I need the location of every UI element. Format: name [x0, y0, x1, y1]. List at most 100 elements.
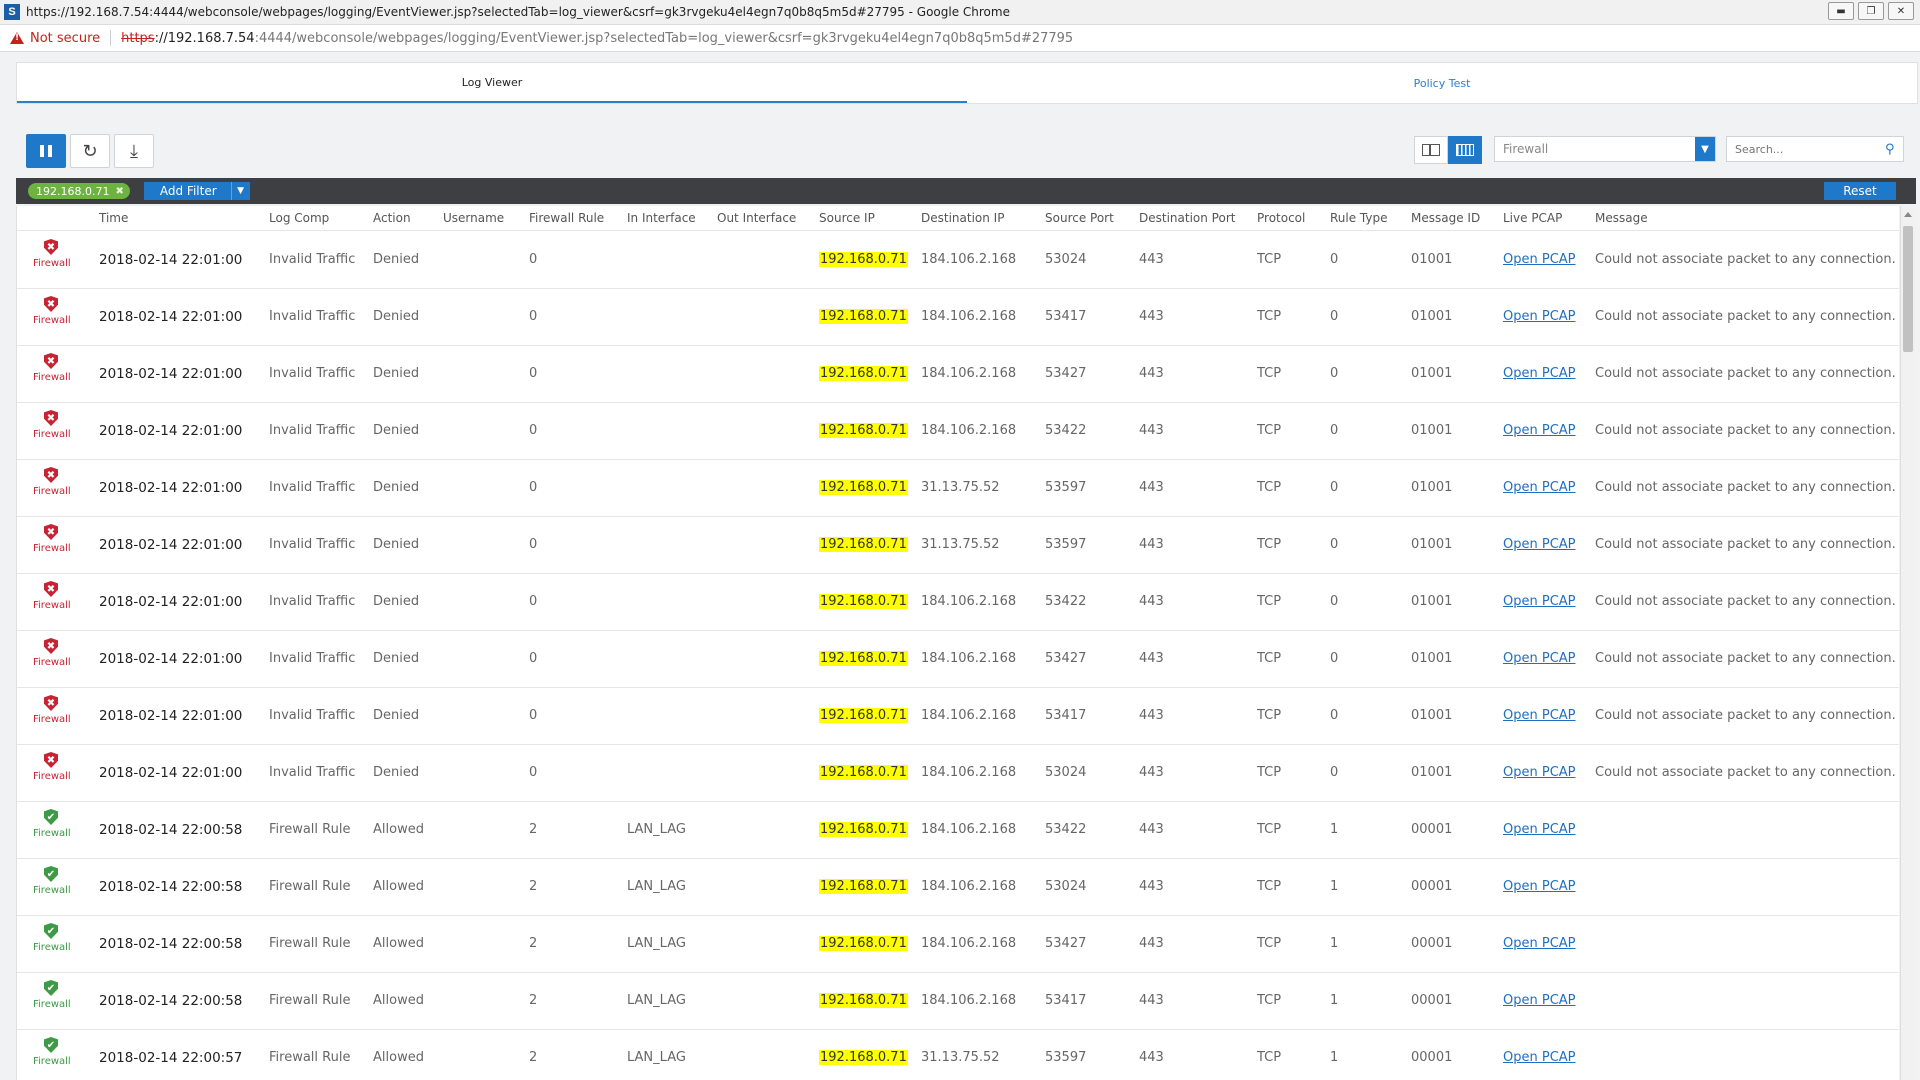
- log-comp-badge: ✖ Firewall: [33, 410, 71, 440]
- col-time[interactable]: Time: [99, 211, 128, 225]
- cell-live-pcap[interactable]: Open PCAP: [1503, 309, 1576, 324]
- chevron-down-icon[interactable]: ▼: [1695, 137, 1715, 161]
- filter-chip[interactable]: 192.168.0.71 ✖: [28, 183, 130, 199]
- download-button[interactable]: ⤓: [114, 134, 154, 168]
- cell-firewall-rule: 0: [529, 765, 538, 780]
- pause-button[interactable]: [26, 134, 66, 168]
- search-box[interactable]: ⚲: [1726, 136, 1904, 162]
- col-in-interface[interactable]: In Interface: [627, 211, 696, 225]
- col-message-id[interactable]: Message ID: [1411, 211, 1480, 225]
- col-message[interactable]: Message: [1595, 211, 1648, 225]
- tab-policy-test[interactable]: Policy Test: [967, 63, 1917, 103]
- col-destination-ip[interactable]: Destination IP: [921, 211, 1004, 225]
- table-row[interactable]: ✖ Firewall 2018-02-14 22:01:00 Invalid Traf…: [17, 459, 1899, 517]
- table-row[interactable]: ✔ Firewall 2018-02-14 22:00:58 Firewall Rul…: [17, 801, 1899, 859]
- col-rule-type[interactable]: Rule Type: [1330, 211, 1388, 225]
- cell-live-pcap[interactable]: Open PCAP: [1503, 936, 1576, 951]
- table-row[interactable]: ✖ Firewall 2018-02-14 22:01:00 Invalid Traf…: [17, 402, 1899, 460]
- cell-message-id: 01001: [1411, 423, 1453, 438]
- add-filter-button[interactable]: Add Filter ▼: [143, 182, 250, 200]
- table-row[interactable]: ✔ Firewall 2018-02-14 22:00:57 Firewall Rul…: [17, 1029, 1899, 1080]
- col-username[interactable]: Username: [443, 211, 504, 225]
- cell-protocol: TCP: [1257, 480, 1282, 495]
- log-comp-badge: ✔ Firewall: [33, 1037, 71, 1067]
- cell-live-pcap[interactable]: Open PCAP: [1503, 993, 1576, 1008]
- cell-live-pcap[interactable]: Open PCAP: [1503, 708, 1576, 723]
- cell-live-pcap[interactable]: Open PCAP: [1503, 537, 1576, 552]
- col-source-port[interactable]: Source Port: [1045, 211, 1114, 225]
- cell-action: Allowed: [373, 936, 424, 951]
- highlighted-ip: 192.168.0.71: [819, 366, 908, 381]
- search-input[interactable]: [1727, 141, 1885, 157]
- cell-message-id: 01001: [1411, 537, 1453, 552]
- col-source-ip[interactable]: Source IP: [819, 211, 875, 225]
- scrollbar-thumb[interactable]: [1903, 226, 1913, 352]
- cell-live-pcap[interactable]: Open PCAP: [1503, 480, 1576, 495]
- cell-live-pcap[interactable]: Open PCAP: [1503, 651, 1576, 666]
- vertical-scrollbar[interactable]: [1900, 206, 1915, 1080]
- table-row[interactable]: ✖ Firewall 2018-02-14 22:01:00 Invalid Traf…: [17, 573, 1899, 631]
- cell-live-pcap[interactable]: Open PCAP: [1503, 423, 1576, 438]
- chevron-down-icon[interactable]: ▼: [230, 182, 250, 200]
- component-label: Firewall: [33, 999, 71, 1010]
- cell-rule-type: 0: [1330, 480, 1339, 495]
- table-row[interactable]: ✖ Firewall 2018-02-14 22:01:00 Invalid Traf…: [17, 345, 1899, 403]
- col-destination-port[interactable]: Destination Port: [1139, 211, 1235, 225]
- col-protocol[interactable]: Protocol: [1257, 211, 1305, 225]
- close-button[interactable]: ✕: [1888, 2, 1914, 20]
- address-bar[interactable]: Not secure https://192.168.7.54:4444/web…: [0, 25, 1920, 52]
- col-action[interactable]: Action: [373, 211, 411, 225]
- column-view-button[interactable]: [1448, 136, 1482, 164]
- cell-live-pcap[interactable]: Open PCAP: [1503, 252, 1576, 267]
- toolbar: ↻ ⤓ Firewall ▼ ⚲: [16, 126, 1916, 170]
- table-row[interactable]: ✔ Firewall 2018-02-14 22:00:58 Firewall Rul…: [17, 972, 1899, 1030]
- cell-rule-type: 1: [1330, 879, 1339, 894]
- restore-button[interactable]: ❐: [1858, 2, 1884, 20]
- cell-live-pcap[interactable]: Open PCAP: [1503, 594, 1576, 609]
- table-row[interactable]: ✖ Firewall 2018-02-14 22:01:00 Invalid Traf…: [17, 288, 1899, 346]
- col-firewall-rule[interactable]: Firewall Rule: [529, 211, 604, 225]
- minimize-button[interactable]: ▬: [1828, 2, 1854, 20]
- table-row[interactable]: ✖ Firewall 2018-02-14 22:01:00 Invalid Traf…: [17, 744, 1899, 802]
- refresh-button[interactable]: ↻: [70, 134, 110, 168]
- cell-destination-ip: 184.106.2.168: [921, 708, 1017, 723]
- cell-live-pcap[interactable]: Open PCAP: [1503, 822, 1576, 837]
- cell-live-pcap[interactable]: Open PCAP: [1503, 366, 1576, 381]
- cell-rule-type: 1: [1330, 936, 1339, 951]
- cell-live-pcap[interactable]: Open PCAP: [1503, 765, 1576, 780]
- cell-message: Could not associate packet to any connec…: [1595, 423, 1896, 438]
- table-row[interactable]: ✖ Firewall 2018-02-14 22:01:00 Invalid Traf…: [17, 687, 1899, 745]
- shield-x-icon: ✖: [44, 638, 58, 654]
- highlighted-ip: 192.168.0.71: [819, 537, 908, 552]
- table-header: Time Log Comp Action Username Firewall R…: [17, 206, 1899, 231]
- cell-log-comp: Firewall Rule: [269, 879, 351, 894]
- not-secure-label[interactable]: Not secure: [30, 31, 100, 46]
- table-row[interactable]: ✖ Firewall 2018-02-14 22:01:00 Invalid Traf…: [17, 516, 1899, 574]
- col-live-pcap[interactable]: Live PCAP: [1503, 211, 1562, 225]
- log-type-select[interactable]: Firewall ▼: [1494, 136, 1716, 162]
- detail-view-button[interactable]: [1414, 136, 1448, 164]
- col-log-comp[interactable]: Log Comp: [269, 211, 329, 225]
- search-icon[interactable]: ⚲: [1885, 142, 1903, 157]
- scroll-up-icon[interactable]: [1904, 212, 1912, 217]
- table-row[interactable]: ✔ Firewall 2018-02-14 22:00:58 Firewall Rul…: [17, 858, 1899, 916]
- cell-firewall-rule: 0: [529, 423, 538, 438]
- download-icon: ⤓: [130, 140, 138, 162]
- reset-button[interactable]: Reset: [1824, 182, 1896, 200]
- cell-message-id: 01001: [1411, 480, 1453, 495]
- cell-live-pcap[interactable]: Open PCAP: [1503, 1050, 1576, 1065]
- cell-source-ip: 192.168.0.71: [819, 480, 908, 495]
- cell-source-ip: 192.168.0.71: [819, 651, 908, 666]
- cell-source-ip: 192.168.0.71: [819, 765, 908, 780]
- cell-rule-type: 0: [1330, 765, 1339, 780]
- table-row[interactable]: ✔ Firewall 2018-02-14 22:00:58 Firewall Rul…: [17, 915, 1899, 973]
- shield-x-icon: ✖: [44, 524, 58, 540]
- col-out-interface[interactable]: Out Interface: [717, 211, 796, 225]
- table-row[interactable]: ✖ Firewall 2018-02-14 22:01:00 Invalid Traf…: [17, 630, 1899, 688]
- log-comp-badge: ✔ Firewall: [33, 866, 71, 896]
- table-row[interactable]: ✖ Firewall 2018-02-14 22:01:00 Invalid Traf…: [17, 231, 1899, 289]
- tab-log-viewer[interactable]: Log Viewer: [17, 63, 967, 103]
- cell-source-ip: 192.168.0.71: [819, 537, 908, 552]
- cell-live-pcap[interactable]: Open PCAP: [1503, 879, 1576, 894]
- close-icon[interactable]: ✖: [115, 186, 123, 197]
